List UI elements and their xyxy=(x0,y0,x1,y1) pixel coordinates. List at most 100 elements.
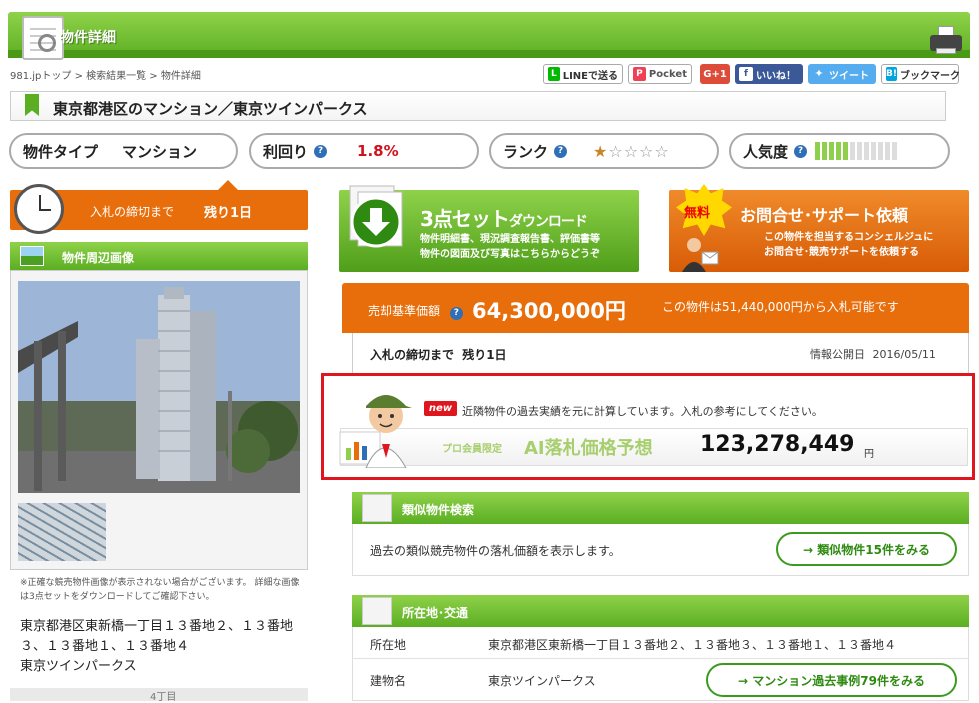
row-divider xyxy=(352,658,969,659)
view-past-cases-button[interactable]: → マンション過去事例79件をみる xyxy=(706,663,957,697)
yield-help-icon[interactable]: ? xyxy=(314,144,328,158)
popularity-segment xyxy=(892,142,898,160)
building-row-value: 東京ツインパークス xyxy=(488,674,596,688)
hatena-icon: B! xyxy=(886,67,897,81)
rank-pill: ランク ? ★☆☆☆☆ xyxy=(489,133,719,169)
printer-icon[interactable] xyxy=(930,26,962,56)
base-price-help-icon[interactable]: ? xyxy=(449,307,463,320)
base-price-label: 売却基準価額 ? xyxy=(368,302,463,320)
popularity-segment xyxy=(850,142,856,160)
popularity-help-icon[interactable]: ? xyxy=(794,144,808,158)
rank-label: ランク xyxy=(503,142,549,161)
contact-banner-title: お問合せ･サポート依頼 xyxy=(740,206,909,225)
twitter-bird-icon: ✦ xyxy=(812,67,826,81)
search-chart-icon xyxy=(362,494,392,522)
similar-description: 過去の類似競売物件の落札価額を表示します。 xyxy=(370,544,621,558)
pocket-share-label: Pocket xyxy=(648,68,687,80)
popularity-meter xyxy=(815,142,899,160)
concierge-person-icon xyxy=(680,236,720,272)
rank-help-icon[interactable]: ? xyxy=(554,144,568,158)
popularity-segment xyxy=(864,142,870,160)
published-date: 情報公開日 2016/05/11 xyxy=(810,346,936,362)
google-plus-label: G+1 xyxy=(703,68,727,80)
hatena-bookmark-button[interactable]: B! ブックマーク xyxy=(881,64,960,84)
ai-prediction-description: 近隣物件の過去実績を元に計算しています。入札の参考にしてください。 xyxy=(462,405,823,418)
ai-price-value: 123,278,449 xyxy=(700,432,855,457)
yield-value: 1.8% xyxy=(357,142,399,160)
property-type-value: マンション xyxy=(122,142,198,161)
download-desc-line2: 物件の図面及び写真はこちらからどうぞ xyxy=(420,249,600,260)
popularity-segment xyxy=(815,142,821,160)
popularity-segment xyxy=(871,142,877,160)
similar-section-title: 類似物件検索 xyxy=(402,503,475,517)
google-plus-button[interactable]: G+1 xyxy=(700,64,730,84)
clock-icon xyxy=(14,184,64,234)
download-desc-line1: 物件明細書、現況調査報告書、評価書等 xyxy=(420,234,600,245)
new-badge: new xyxy=(424,401,457,416)
facebook-icon: f xyxy=(739,67,753,81)
mascot-icon xyxy=(338,386,426,469)
facebook-like-button[interactable]: f いいね！ xyxy=(735,64,803,84)
photo-address-line: 東京都港区東新橋一丁目１３番地２、１３番地３、１３番地１、１３番地４ xyxy=(20,619,294,654)
download-icon xyxy=(346,182,410,266)
twitter-tweet-button[interactable]: ✦ ツイート xyxy=(808,64,876,84)
similar-section-header: 類似物件検索 xyxy=(352,492,969,524)
ai-price-unit: 円 xyxy=(864,449,874,460)
ai-price-label: AI落札価格予想 xyxy=(524,438,653,459)
deadline-value: 残り1日 xyxy=(204,206,253,221)
contact-banner-description: この物件を担当するコンシェルジュに お問合せ･競売サポートを依頼する xyxy=(764,230,933,260)
yield-pill: 利回り ? 1.8% xyxy=(249,133,479,169)
popularity-segment xyxy=(836,142,842,160)
download-title-sub: ダウンロード xyxy=(508,214,588,230)
base-price-label-text: 売却基準価額 xyxy=(368,304,441,318)
photo-thumbnail[interactable] xyxy=(18,503,106,561)
published-label: 情報公開日 xyxy=(810,348,865,361)
popularity-label: 人気度 xyxy=(743,142,789,161)
download-banner-description: 物件明細書、現況調査報告書、評価書等 物件の図面及び写真はこちらからどうぞ xyxy=(420,232,600,262)
property-title-bar: 東京都港区のマンション／東京ツインパークス xyxy=(10,91,946,121)
popularity-segment xyxy=(822,142,828,160)
line-share-label: LINEで送る xyxy=(562,70,618,82)
location-section-header: 所在地･交通 xyxy=(352,595,969,627)
contact-desc-line2: お問合せ･競売サポートを依頼する xyxy=(764,247,919,258)
star-empty-icon: ☆ xyxy=(639,141,655,161)
base-price-value: 64,300,000円 xyxy=(472,299,626,323)
yield-label: 利回り xyxy=(263,142,309,161)
property-photo[interactable] xyxy=(18,281,300,493)
line-share-button[interactable]: L LINEで送る xyxy=(543,64,623,84)
bid-deadline-label: 入札の締切まで xyxy=(370,348,455,362)
facebook-like-label: いいね！ xyxy=(756,70,796,82)
popularity-segment xyxy=(857,142,863,160)
magnifier-icon xyxy=(38,34,56,52)
address-row-value: 東京都港区東新橋一丁目１３番地２、１３番地３、１３番地１、１３番地４ xyxy=(488,638,897,652)
download-title-main: 3点セット xyxy=(420,207,510,231)
map-pin-icon xyxy=(362,597,392,625)
pro-member-label: プロ会員限定 xyxy=(442,444,502,455)
popularity-segment xyxy=(878,142,884,160)
star-empty-icon: ☆ xyxy=(654,141,670,161)
line-icon: L xyxy=(548,67,560,81)
star-empty-icon: ☆ xyxy=(608,141,624,161)
contact-desc-line1: この物件を担当するコンシェルジュに xyxy=(764,232,934,243)
rank-stars: ★☆☆☆☆ xyxy=(593,142,670,161)
pocket-icon: P xyxy=(633,67,646,81)
photo-address: 東京都港区東新橋一丁目１３番地２、１３番地３、１３番地１、１３番地４ 東京ツイン… xyxy=(20,617,308,677)
hatena-bookmark-label: ブックマーク xyxy=(899,70,960,82)
breadcrumb[interactable]: 981.jpトップ > 検索結果一覧 > 物件詳細 xyxy=(10,67,201,82)
photo-building-name: 東京ツインパークス xyxy=(20,659,137,674)
flag-icon xyxy=(25,94,39,116)
location-section-title: 所在地･交通 xyxy=(402,606,469,620)
landscape-icon xyxy=(20,246,44,266)
property-type-pill: 物件タイプ マンション xyxy=(9,133,238,169)
building-row-label: 建物名 xyxy=(370,674,407,688)
photo-section-title: 物件周辺画像 xyxy=(62,251,135,265)
free-badge-label: 無料 xyxy=(684,206,711,221)
view-similar-properties-button[interactable]: → 類似物件15件をみる xyxy=(776,532,957,566)
pocket-share-button[interactable]: P Pocket xyxy=(628,64,692,84)
popularity-segment xyxy=(885,142,891,160)
page-title: 物件詳細 xyxy=(60,30,116,46)
photo-note: ※正確な競売物件画像が表示されない場合がございます。 詳細な画像は3点セットをダ… xyxy=(20,578,300,602)
star-filled-icon: ★ xyxy=(593,141,609,161)
bid-deadline: 入札の締切まで 残り1日 xyxy=(370,346,507,363)
min-bid-note: この物件は51,440,000円から入札可能です xyxy=(662,300,899,314)
